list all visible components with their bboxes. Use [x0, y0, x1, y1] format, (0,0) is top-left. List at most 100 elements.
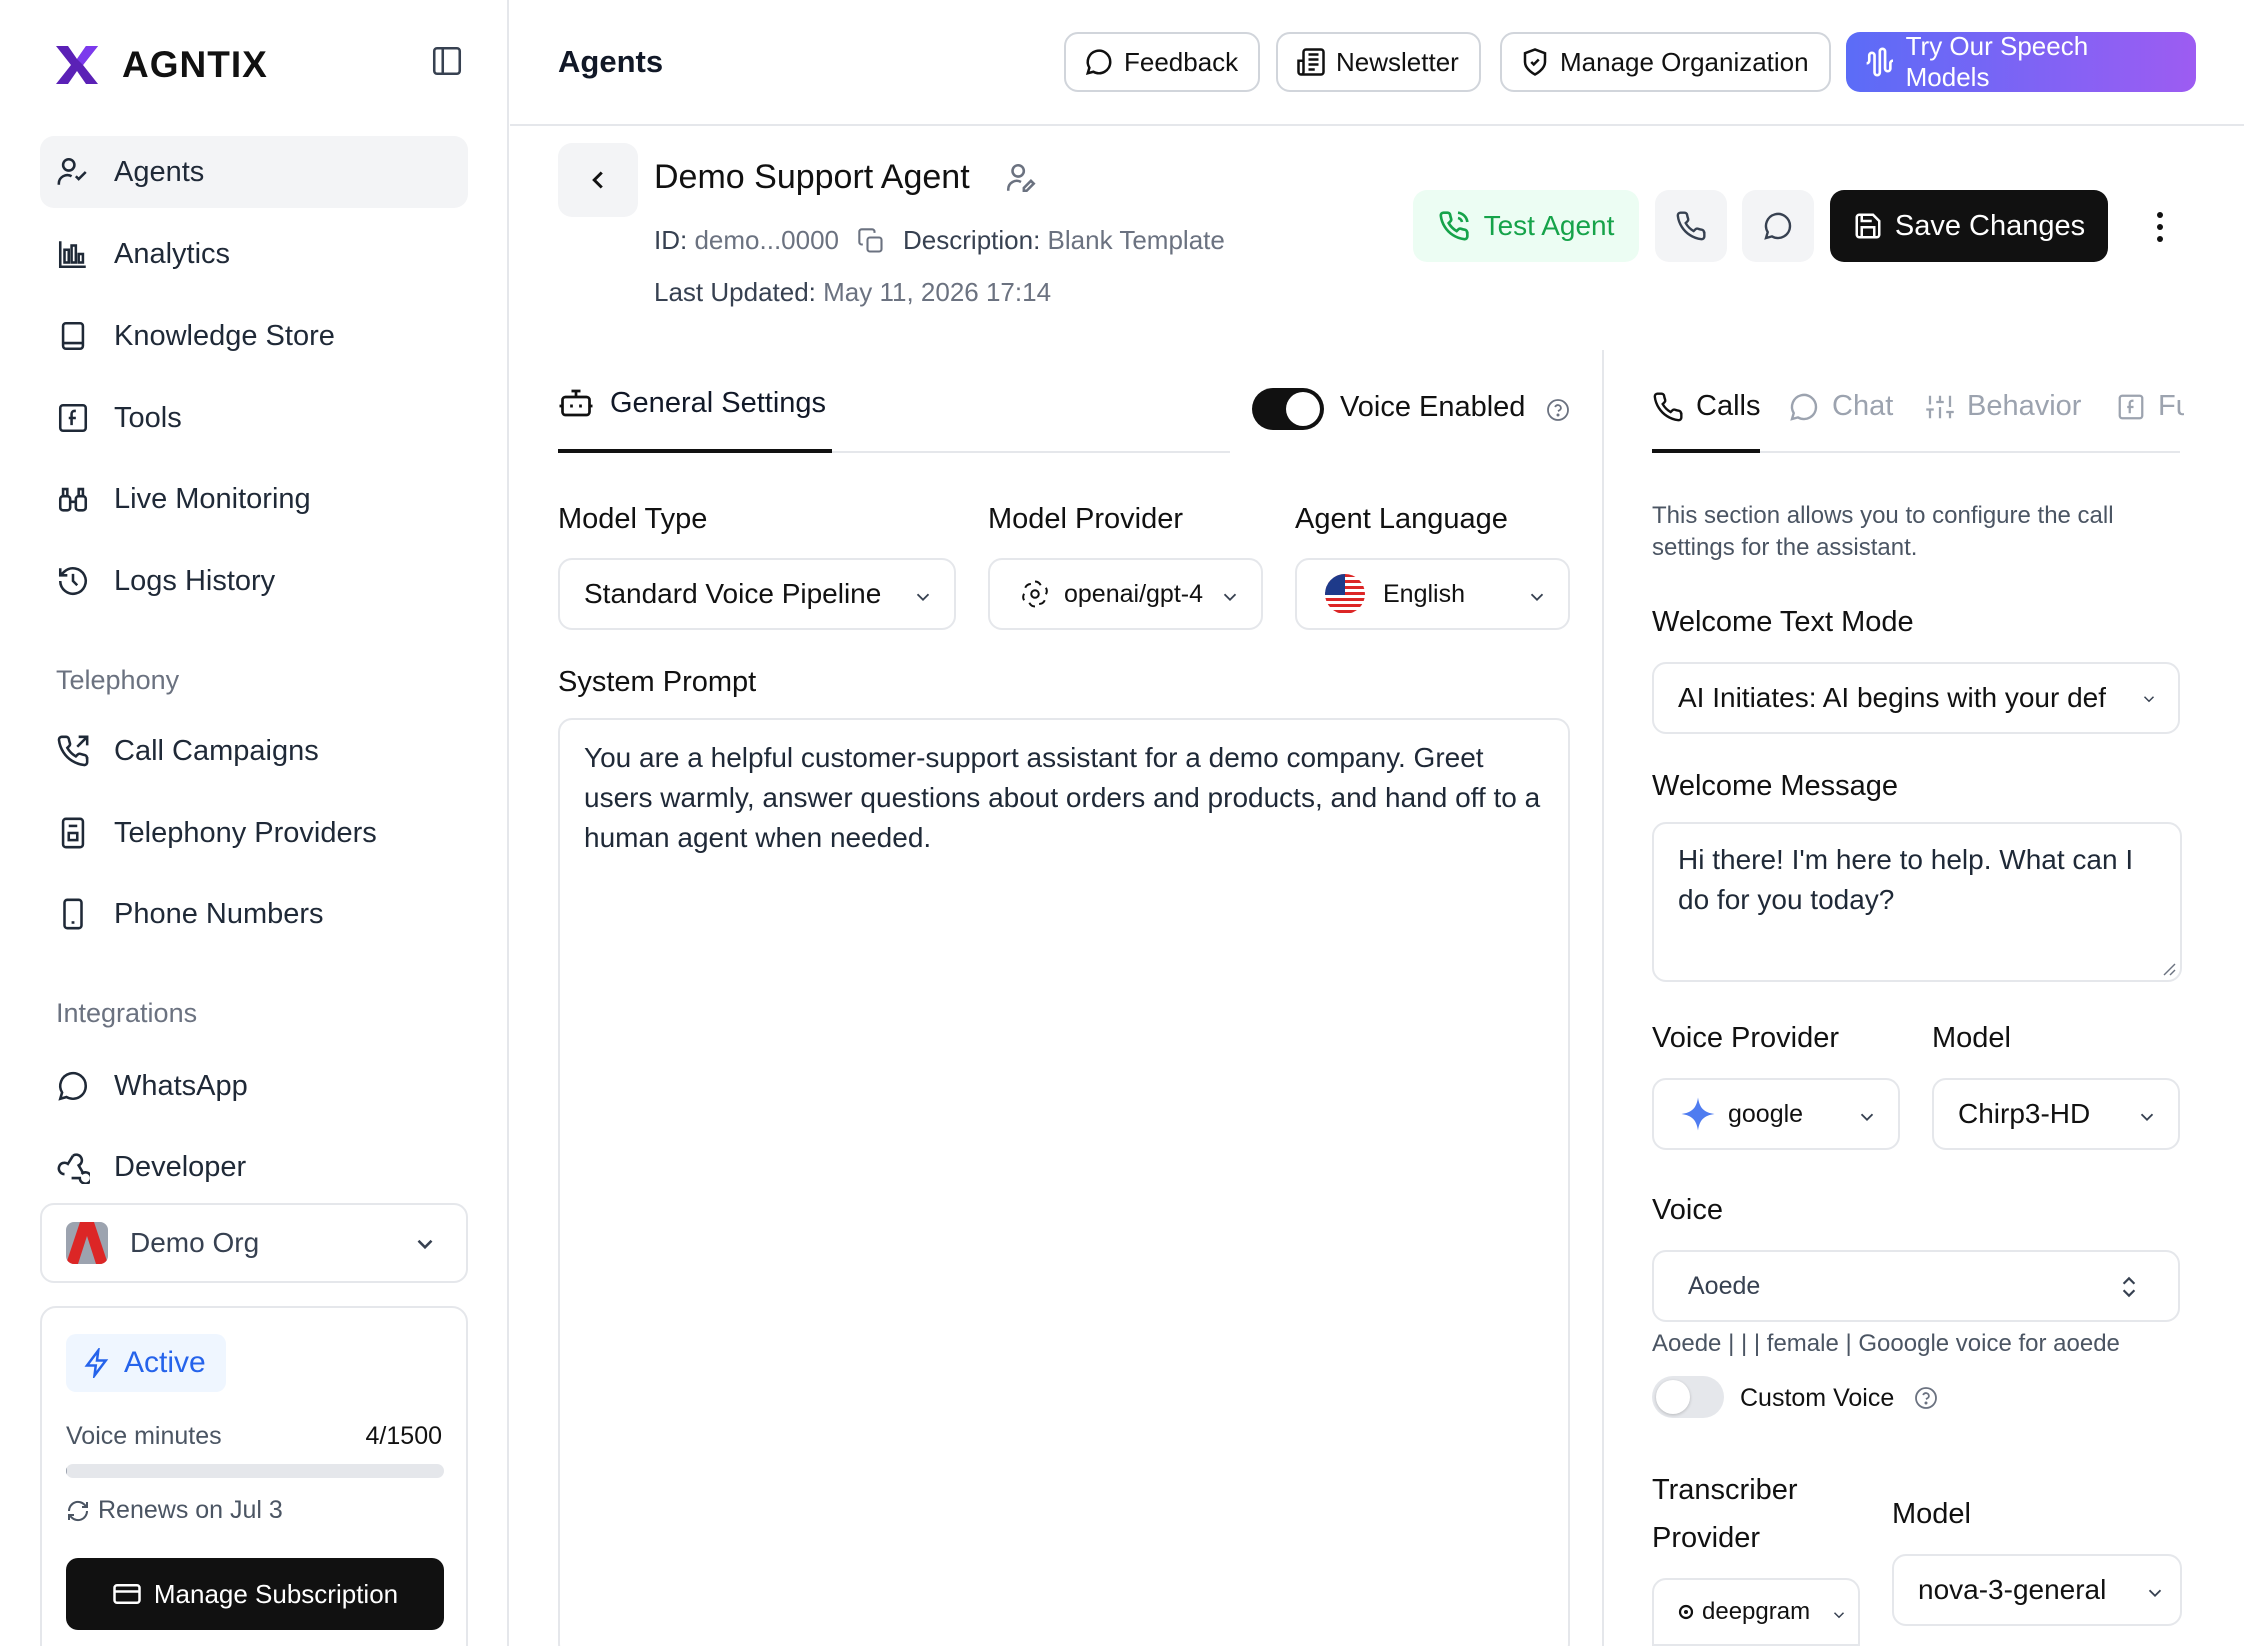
test-agent-label: Test Agent: [1483, 210, 1615, 241]
tab-label: General Settings: [610, 386, 827, 419]
chevron-down-icon: [2148, 1589, 2162, 1598]
system-prompt-textarea[interactable]: You are a helpful customer-support assis…: [558, 718, 1570, 1646]
chevron-down-icon: [1833, 1612, 1845, 1619]
voice-provider-label: Voice Provider: [1652, 1022, 1839, 1054]
tab-chat[interactable]: Chat: [1788, 390, 1893, 423]
welcome-message-textarea[interactable]: Hi there! I'm here to help. What can I d…: [1652, 822, 2182, 982]
voice-provider-select[interactable]: google: [1652, 1078, 1900, 1150]
tab-general-settings[interactable]: General Settings: [558, 385, 826, 421]
call-button[interactable]: [1655, 190, 1727, 262]
model-provider-label: Model Provider: [988, 503, 1184, 535]
more-options-icon[interactable]: [2150, 210, 2170, 244]
system-prompt-label: System Prompt: [558, 666, 757, 698]
chat-icon: [1085, 49, 1112, 76]
sidebar-item-tools[interactable]: Tools: [40, 382, 468, 454]
credit-card-icon: [113, 1584, 141, 1604]
agent-name-row: Demo Support Agent: [654, 158, 1038, 197]
welcome-mode-select[interactable]: AI Initiates: AI begins with your def: [1652, 662, 2180, 734]
sidebar-item-agents[interactable]: Agents: [40, 136, 468, 208]
last-updated: Last Updated: May 11, 2026 17:14: [654, 277, 1051, 308]
transcriber-provider-select[interactable]: deepgram: [1652, 1578, 1860, 1646]
sidebar-item-analytics[interactable]: Analytics: [40, 218, 468, 290]
description-value: Blank Template: [1047, 225, 1225, 255]
newsletter-button[interactable]: Newsletter: [1276, 32, 1481, 92]
tab-functions[interactable]: Fu: [2116, 390, 2184, 423]
phone-call-icon: [1439, 211, 1469, 241]
sidebar-item-knowledge-store[interactable]: Knowledge Store: [40, 300, 468, 372]
sidebar-item-logs-history[interactable]: Logs History: [40, 545, 468, 617]
help-icon[interactable]: [1546, 398, 1570, 422]
binoculars-icon: [58, 487, 88, 512]
sidebar-item-label: WhatsApp: [114, 1069, 248, 1102]
back-button[interactable]: [558, 143, 638, 217]
model-type-label: Model Type: [558, 503, 708, 535]
custom-voice-toggle[interactable]: [1652, 1376, 1724, 1418]
right-tab-active-indicator: [1652, 449, 1760, 453]
chevron-down-icon: [916, 593, 930, 602]
chat-button[interactable]: [1742, 190, 1814, 262]
sidebar-item-phone-numbers[interactable]: Phone Numbers: [40, 878, 468, 950]
tab-calls-label: Calls: [1696, 390, 1761, 422]
sidebar-item-call-campaigns[interactable]: Call Campaigns: [40, 715, 468, 787]
model-type-select[interactable]: Standard Voice Pipeline: [558, 558, 956, 630]
function-icon: [2118, 394, 2144, 419]
user-edit-icon[interactable]: [1004, 161, 1038, 195]
top-header: Agents Feedback Newsletter Manage Organi…: [510, 0, 2244, 126]
help-icon[interactable]: [1914, 1386, 1938, 1410]
sidebar-item-live-monitoring[interactable]: Live Monitoring: [40, 463, 468, 535]
status-label: Active: [124, 1346, 206, 1379]
voice-hint: Aoede | | | female | Gooogle voice for a…: [1652, 1330, 2120, 1357]
feedback-button[interactable]: Feedback: [1064, 32, 1261, 92]
transcriber-provider-value: deepgram: [1702, 1598, 1811, 1625]
welcome-mode-value: AI Initiates: AI begins with your def: [1678, 682, 2107, 713]
try-speech-models-button[interactable]: Try Our Speech Models: [1846, 31, 2196, 92]
chat-icon: [58, 1071, 88, 1101]
page-title: Agents: [558, 44, 664, 79]
voice-select[interactable]: Aoede: [1652, 1250, 2180, 1322]
agent-language-select[interactable]: English: [1295, 558, 1570, 630]
transcriber-model-select[interactable]: nova-3-general: [1892, 1554, 2182, 1626]
save-changes-button[interactable]: Save Changes: [1830, 190, 2108, 262]
voice-model-select[interactable]: Chirp3-HD: [1932, 1078, 2180, 1150]
tab-behavior[interactable]: Behavior: [1925, 390, 2081, 423]
sidebar-item-telephony-providers[interactable]: Telephony Providers: [40, 797, 468, 869]
manage-organization-label: Manage Organization: [1560, 46, 1809, 77]
copy-icon[interactable]: [857, 227, 885, 255]
sidebar-item-label: Phone Numbers: [114, 897, 324, 930]
transcriber-model-label: Model: [1892, 1498, 1971, 1530]
transcriber-model-value: nova-3-general: [1918, 1574, 2107, 1605]
manage-subscription-button[interactable]: Manage Subscription: [66, 1558, 444, 1630]
model-provider-select[interactable]: openai/gpt-4: [988, 558, 1263, 630]
smartphone-icon: [63, 898, 83, 930]
brand[interactable]: AGNTIX: [54, 40, 268, 90]
org-logo: [66, 1222, 108, 1264]
section-label-telephony: Telephony: [56, 665, 180, 695]
voice-enabled-toggle[interactable]: [1252, 388, 1324, 430]
phone-icon: [1676, 211, 1706, 241]
model-provider-value: openai/gpt-4: [1064, 579, 1204, 608]
audio-waveform-icon: [1866, 47, 1894, 77]
sidebar-item-developer[interactable]: Developer: [40, 1131, 468, 1203]
renews-text: Renews on Jul 3: [98, 1496, 283, 1524]
agent-language-value: English: [1383, 579, 1465, 608]
agents-icon: [57, 157, 87, 185]
last-updated-value: May 11, 2026 17:14: [823, 277, 1052, 307]
manage-organization-button[interactable]: Manage Organization: [1500, 32, 1831, 92]
agent-name: Demo Support Agent: [654, 158, 970, 196]
toggle-knob: [1286, 392, 1320, 426]
description-label: Description:: [903, 225, 1041, 255]
sidebar-toggle-icon[interactable]: [430, 44, 464, 78]
resize-handle-icon[interactable]: [2160, 960, 2176, 976]
transcriber-provider-label-2: Provider: [1652, 1522, 1760, 1554]
newsletter-label: Newsletter: [1336, 46, 1459, 77]
welcome-mode-label: Welcome Text Mode: [1652, 606, 1914, 638]
tab-calls[interactable]: Calls: [1652, 390, 1760, 423]
sidebar-item-label: Logs History: [114, 564, 276, 597]
test-agent-button[interactable]: Test Agent: [1413, 190, 1639, 262]
voice-provider-value: google: [1728, 1099, 1804, 1128]
progress-fill: [66, 1464, 68, 1478]
plan-card: Active Voice minutes 4/1500 Renews on Ju…: [40, 1306, 468, 1646]
sidebar-item-whatsapp[interactable]: WhatsApp: [40, 1050, 468, 1122]
org-switcher[interactable]: Demo Org: [40, 1203, 468, 1283]
chevron-down-icon: [417, 1239, 433, 1250]
